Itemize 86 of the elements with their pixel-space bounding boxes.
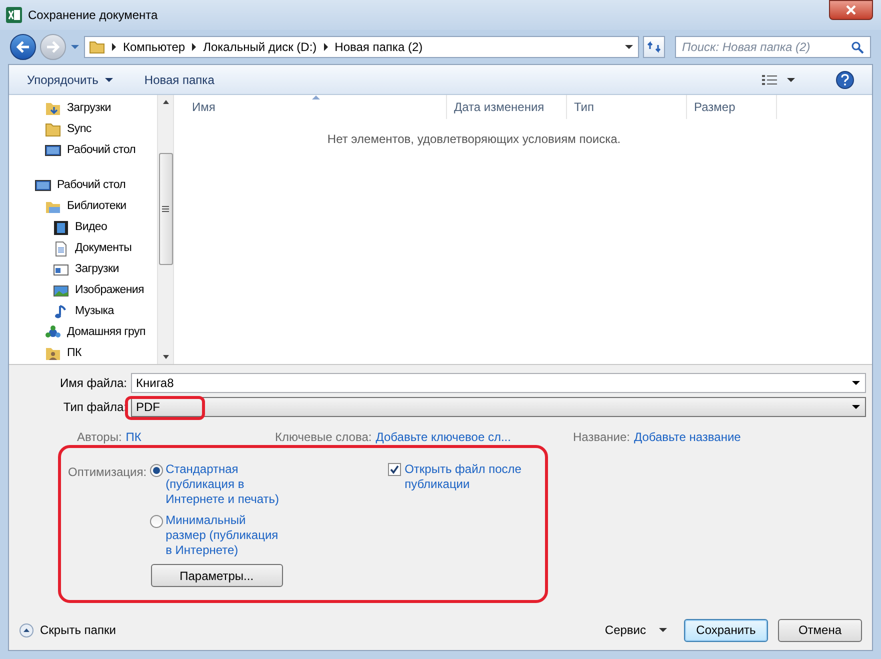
nav-item[interactable]: ПК	[9, 343, 157, 364]
new-folder-button[interactable]: Новая папка	[144, 70, 214, 88]
breadcrumb-link[interactable]: Локальный диск (D:)	[203, 38, 317, 56]
sort-arrow-icon	[312, 95, 320, 100]
scrollbar[interactable]	[157, 95, 174, 364]
film-icon	[53, 220, 69, 236]
column-header[interactable]: Дата изменения	[447, 95, 567, 119]
option-label[interactable]: Стандартная (публикация в Интернете и печать)	[166, 462, 286, 507]
dropdown-caret-icon	[851, 379, 861, 387]
view-menu[interactable]	[762, 74, 796, 86]
file-name-combobox[interactable]: Книга8	[131, 373, 866, 393]
caret-icon	[104, 76, 114, 84]
address-bar[interactable]: Компьютер Локальный диск (D:) Новая папка (2)	[84, 36, 639, 58]
window-title: Сохранение документа	[28, 7, 158, 24]
download-folder-icon	[45, 100, 61, 116]
field-label: Имя файла:	[59, 375, 128, 392]
meta-link[interactable]: Добавьте название	[634, 428, 741, 446]
dropdown-caret-icon	[851, 403, 861, 411]
folder-icon	[45, 122, 61, 138]
meta-label: Авторы:	[77, 429, 122, 446]
nav-item[interactable]: Документы	[9, 238, 157, 259]
grip-icon	[162, 206, 169, 212]
refresh-icon	[647, 40, 661, 54]
caret-icon	[658, 626, 668, 634]
close-icon	[845, 5, 857, 15]
radio-button[interactable]	[150, 515, 163, 528]
meta-link[interactable]: Добавьте ключевое сл...	[376, 428, 511, 446]
field-label: Тип файла:	[62, 399, 128, 416]
nav-item[interactable]: Изображения	[9, 280, 157, 301]
search-icon	[851, 40, 864, 54]
radio-button[interactable]	[150, 464, 163, 477]
chevron-right-icon	[322, 43, 329, 51]
user-folder-icon	[45, 346, 61, 362]
check-icon	[390, 465, 399, 474]
excel-icon	[6, 7, 22, 23]
hide-folders-button[interactable]: Скрыть папки	[19, 621, 116, 639]
collapse-up-icon	[19, 622, 34, 638]
globe-network-icon	[45, 324, 61, 340]
close-button[interactable]	[829, 0, 873, 20]
scrollbar-thumb[interactable]	[158, 153, 172, 265]
cancel-button[interactable]: Отмена	[778, 618, 862, 642]
column-header[interactable]: Тип	[567, 95, 687, 119]
breadcrumb-link[interactable]: Новая папка (2)	[334, 38, 423, 56]
nav-item[interactable]: Видео	[9, 217, 157, 238]
optimization-label: Оптимизация:	[68, 464, 147, 481]
checkbox[interactable]	[388, 463, 401, 476]
empty-message: Нет элементов, удовлетворяющих условиям поиска.	[326, 131, 622, 148]
breadcrumb-link[interactable]: Компьютер	[123, 38, 186, 56]
nav-item[interactable]: Музыка	[9, 301, 157, 322]
chevron-right-icon	[191, 43, 198, 51]
list-view-icon	[762, 74, 778, 86]
back-button[interactable]	[10, 34, 36, 60]
help-button[interactable]	[836, 70, 854, 88]
column-header[interactable]: Размер	[687, 95, 777, 119]
document-icon	[53, 240, 69, 256]
meta-link[interactable]: ПК	[126, 428, 142, 446]
parameters-button[interactable]: Параметры...	[150, 564, 283, 587]
nav-item[interactable]: Рабочий стол	[9, 175, 157, 196]
organize-menu[interactable]: Упорядочить	[27, 70, 114, 88]
monitor-icon	[45, 142, 61, 158]
search-field[interactable]: Поиск: Новая папка (2)	[675, 36, 871, 58]
nav-item[interactable]: Загрузки	[9, 259, 157, 280]
nav-item[interactable]: Рабочий стол	[9, 140, 157, 161]
file-type-dropdown[interactable]: PDF	[131, 397, 866, 417]
forward-arrow-icon	[46, 41, 60, 53]
landscape-icon	[53, 282, 69, 298]
folder-icon	[89, 40, 105, 54]
tools-menu[interactable]: Сервис	[604, 621, 668, 639]
nav-item[interactable]: Библиотеки	[9, 196, 157, 217]
meta-label: Название:	[573, 429, 630, 446]
refresh-button[interactable]	[643, 36, 665, 58]
meta-label: Ключевые слова:	[275, 429, 372, 446]
back-arrow-icon	[16, 41, 30, 53]
nav-item[interactable]: Домашняя груп	[9, 322, 157, 343]
caret-icon	[786, 76, 796, 84]
nav-item[interactable]: Sync	[9, 119, 157, 140]
option-label[interactable]: Минимальный размер (публикация в Интернете)	[166, 513, 286, 558]
save-button[interactable]: Сохранить	[684, 618, 768, 642]
question-icon	[841, 74, 849, 86]
monitor-icon	[35, 178, 51, 194]
window-icon	[53, 262, 69, 278]
checkbox-label[interactable]: Открыть файл после публикации	[404, 462, 535, 492]
chevron-right-icon	[111, 43, 117, 51]
nav-item[interactable]: Загрузки	[9, 98, 157, 119]
history-caret-icon	[70, 43, 80, 51]
dropdown-caret-icon	[624, 43, 634, 51]
